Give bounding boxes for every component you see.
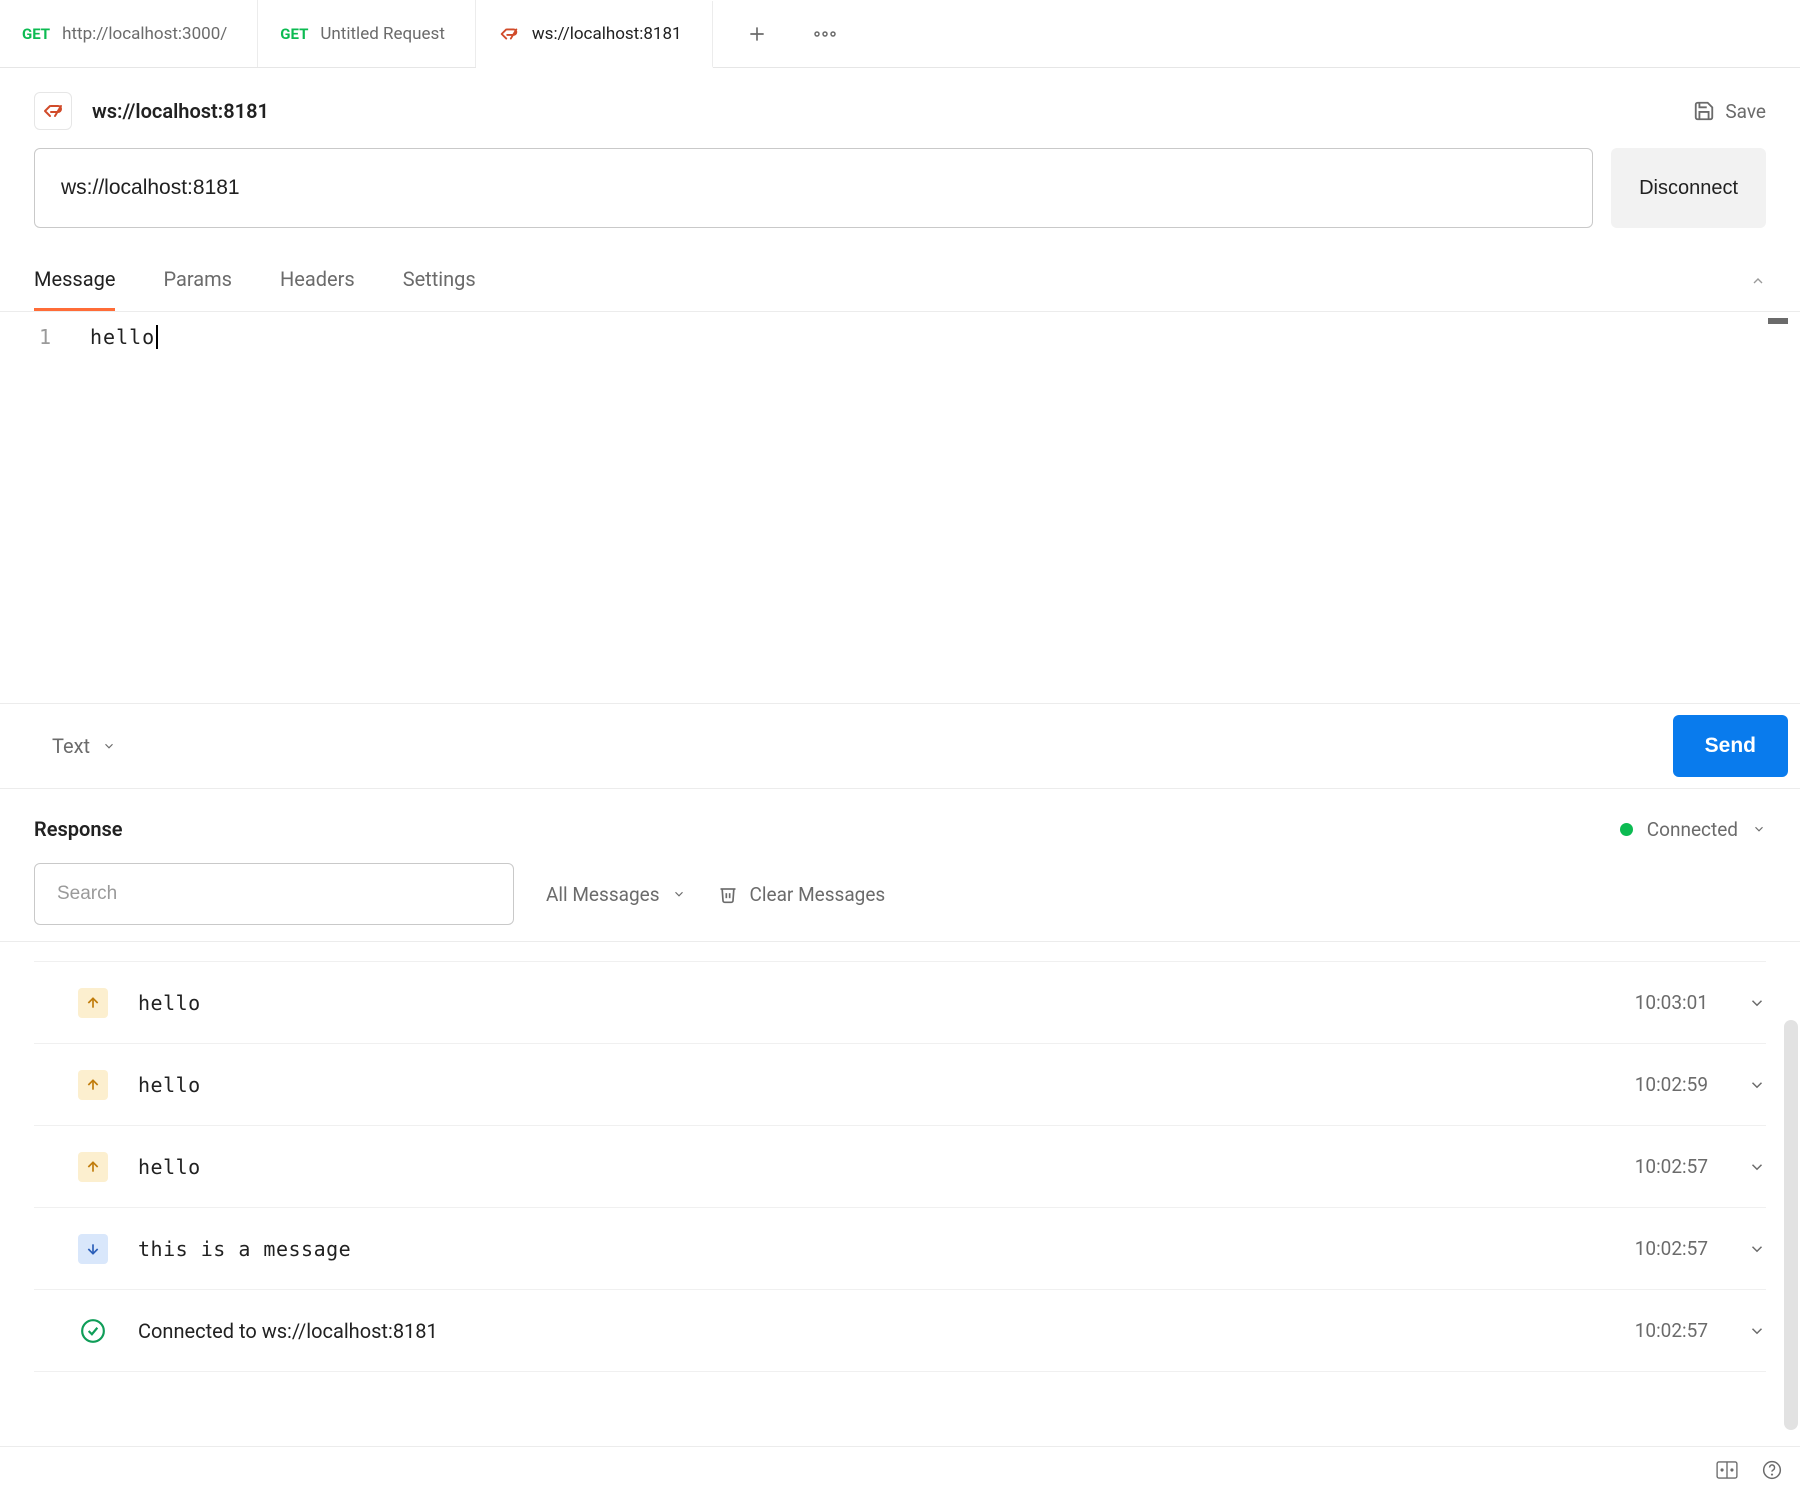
expand-icon[interactable] (1748, 1322, 1766, 1340)
expand-icon[interactable] (1748, 1240, 1766, 1258)
request-header: ws://localhost:8181 Save (0, 68, 1800, 148)
status-label: Connected (1647, 818, 1738, 841)
method-badge: GET (22, 25, 50, 43)
message-row[interactable]: this is a message 10:02:57 (34, 1208, 1766, 1290)
message-row[interactable]: hello 10:02:59 (34, 1044, 1766, 1126)
status-dot-icon (1620, 823, 1633, 836)
response-toolbar: All Messages Clear Messages (0, 851, 1800, 942)
more-tabs-button[interactable] (811, 20, 839, 48)
tab-request-2[interactable]: ws://localhost:8181 (476, 1, 713, 68)
message-text: Connected to ws://localhost:8181 (138, 1319, 1605, 1343)
arrow-up-icon (78, 988, 108, 1018)
message-row[interactable]: hello 10:03:01 (34, 962, 1766, 1044)
chevron-down-icon (672, 887, 686, 901)
check-circle-icon (78, 1316, 108, 1346)
message-time: 10:02:57 (1635, 1319, 1708, 1342)
save-button[interactable]: Save (1693, 100, 1766, 123)
line-number: 1 (0, 325, 90, 349)
message-text: hello (138, 1155, 1605, 1179)
message-time: 10:03:01 (1635, 991, 1708, 1014)
tab-strip: GET http://localhost:3000/ GET Untitled … (0, 0, 1800, 68)
help-icon[interactable] (1762, 1460, 1782, 1480)
tab-label: Untitled Request (320, 24, 445, 44)
url-input[interactable] (34, 148, 1593, 228)
message-row[interactable]: Connected to ws://localhost:8181 10:02:5… (34, 1290, 1766, 1372)
message-format-dropdown[interactable]: Text (52, 734, 116, 758)
message-filter-dropdown[interactable]: All Messages (546, 883, 686, 906)
new-tab-button[interactable] (743, 20, 771, 48)
message-list: hello 10:03:01 hello 10:02:59 hello 10:0… (0, 942, 1800, 1372)
format-label: Text (52, 734, 90, 758)
tab-label: ws://localhost:8181 (532, 24, 682, 44)
message-text: this is a message (138, 1237, 1605, 1261)
tab-label: http://localhost:3000/ (62, 24, 227, 44)
message-editor[interactable]: 1 hello (0, 312, 1800, 704)
request-name: ws://localhost:8181 (92, 99, 269, 123)
expand-icon[interactable] (1748, 1158, 1766, 1176)
message-time: 10:02:57 (1635, 1237, 1708, 1260)
request-title-group: ws://localhost:8181 (34, 92, 269, 130)
filter-label: All Messages (546, 883, 660, 906)
subtab-params[interactable]: Params (163, 250, 232, 311)
arrow-up-icon (78, 1070, 108, 1100)
send-button[interactable]: Send (1673, 715, 1788, 777)
tab-actions (713, 0, 839, 67)
split-pane-icon[interactable] (1716, 1461, 1738, 1479)
arrow-up-icon (78, 1152, 108, 1182)
collapse-icon[interactable] (1750, 273, 1766, 289)
websocket-icon (34, 92, 72, 130)
scrollbar[interactable] (1784, 1020, 1798, 1430)
websocket-icon (498, 23, 520, 45)
search-input[interactable] (34, 863, 514, 925)
expand-icon[interactable] (1748, 994, 1766, 1012)
save-label: Save (1725, 100, 1766, 123)
url-row: Disconnect (0, 148, 1800, 250)
editor-line: 1 hello (0, 322, 1800, 352)
expand-icon[interactable] (1748, 1076, 1766, 1094)
message-row[interactable]: hello 10:02:57 (34, 1126, 1766, 1208)
chevron-down-icon (102, 739, 116, 753)
response-header: Response Connected (0, 789, 1800, 851)
response-title: Response (34, 817, 123, 841)
connection-status-dropdown[interactable]: Connected (1620, 818, 1766, 841)
message-time: 10:02:59 (1635, 1073, 1708, 1096)
message-time: 10:02:57 (1635, 1155, 1708, 1178)
message-text: hello (138, 991, 1605, 1015)
minimap (1768, 318, 1788, 324)
disconnect-button[interactable]: Disconnect (1611, 148, 1766, 228)
method-badge: GET (280, 25, 308, 43)
editor-content: hello (90, 325, 158, 349)
request-subtabs: Message Params Headers Settings (0, 250, 1800, 312)
tab-request-1[interactable]: GET Untitled Request (258, 0, 476, 67)
arrow-down-icon (78, 1234, 108, 1264)
text-cursor (156, 325, 158, 349)
trash-icon (718, 883, 738, 905)
message-toolbar: Text Send (0, 704, 1800, 789)
clear-messages-button[interactable]: Clear Messages (718, 883, 886, 906)
subtab-headers[interactable]: Headers (280, 250, 355, 311)
clear-label: Clear Messages (750, 883, 886, 906)
subtab-settings[interactable]: Settings (403, 250, 476, 311)
message-text: hello (138, 1073, 1605, 1097)
chevron-down-icon (1752, 822, 1766, 836)
status-bar (0, 1446, 1800, 1492)
tab-request-0[interactable]: GET http://localhost:3000/ (0, 0, 258, 67)
subtab-message[interactable]: Message (34, 250, 115, 311)
list-item (34, 942, 1766, 962)
save-icon (1693, 100, 1715, 122)
